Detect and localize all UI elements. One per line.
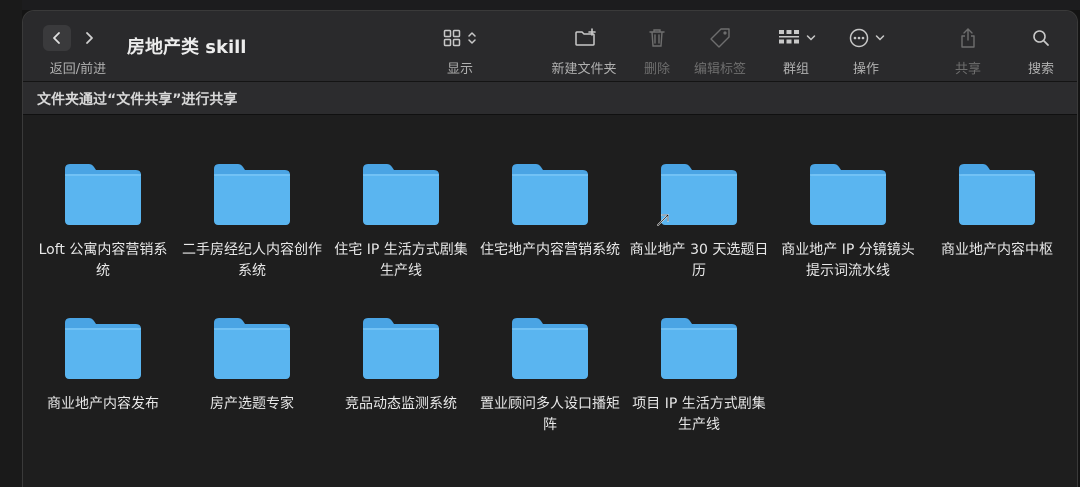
folder-item[interactable]: 商业地产 30 天选题日历 [629,161,769,282]
folder-name: 商业地产 IP 分镜镜头提示词流水线 [781,242,915,279]
share-caption: 共享 [954,62,982,77]
ellipsis-circle-icon [849,28,869,48]
view-caption: 显示 [446,62,474,77]
folder-name: 商业地产内容发布 [47,396,159,412]
nav-group [43,25,97,51]
chevron-down-icon [806,35,816,41]
window-title: 房地产类 skill [127,37,247,58]
folder-grid: Loft 公寓内容营销系统 二手房经纪人内容创作系统 住宅 IP 生活方式剧集生产线… [23,115,1077,487]
search-button[interactable] [1032,27,1050,49]
folder-name: 项目 IP 生活方式剧集生产线 [632,396,766,433]
back-button[interactable] [43,25,71,51]
folder-name: 置业顾问多人设口播矩阵 [480,396,620,433]
chevron-left-icon [53,32,60,44]
edit-tags-caption: 编辑标签 [693,62,747,77]
folder-icon [510,161,590,227]
toolbar: 返回/前进 房地产类 skill 显示 新建文件夹 删除 编辑标签 群组 操作 … [23,11,1077,82]
delete-caption: 删除 [643,62,671,77]
folder-item[interactable]: 项目 IP 生活方式剧集生产线 [629,315,769,436]
folder-name: 竞品动态监测系统 [345,396,457,412]
finder-window: 返回/前进 房地产类 skill 显示 新建文件夹 删除 编辑标签 群组 操作 … [22,10,1078,487]
folder-icon [808,161,888,227]
group-grid-icon [779,30,799,44]
folder-icon [659,315,739,381]
action-button[interactable] [849,27,885,49]
chevron-right-icon [86,32,93,44]
folder-item[interactable]: 住宅地产内容营销系统 [480,161,620,261]
folder-item[interactable]: 二手房经纪人内容创作系统 [182,161,322,282]
folder-icon [212,315,292,381]
delete-button[interactable] [648,27,666,49]
new-folder-button[interactable] [574,27,598,49]
action-caption: 操作 [852,62,880,77]
search-caption: 搜索 [1027,62,1055,77]
folder-name: 二手房经纪人内容创作系统 [182,242,322,279]
edit-tags-button[interactable] [709,27,731,49]
folder-item[interactable]: 住宅 IP 生活方式剧集生产线 [331,161,471,282]
share-button[interactable] [959,27,977,49]
tag-icon [710,28,730,48]
mouse-cursor-icon [657,214,669,226]
share-status-text: 文件夹通过“文件共享”进行共享 [37,92,238,108]
folder-item[interactable]: 竞品动态监测系统 [331,315,471,415]
new-folder-caption: 新建文件夹 [551,62,617,77]
folder-item[interactable]: 置业顾问多人设口播矩阵 [480,315,620,436]
forward-button[interactable] [75,25,103,51]
folder-icon [957,161,1037,227]
folder-item[interactable]: 商业地产内容发布 [33,315,173,415]
background-strip [0,0,1080,10]
folder-icon [659,161,739,227]
search-icon [1033,30,1049,46]
folder-name: 住宅地产内容营销系统 [480,242,620,258]
folder-name: 房产选题专家 [210,396,294,412]
folder-icon [212,161,292,227]
folder-icon [510,315,590,381]
new-folder-icon [575,28,596,46]
nav-caption: 返回/前进 [49,62,107,77]
chevron-down-icon [875,35,885,41]
folder-name: Loft 公寓内容营销系统 [38,242,168,279]
folder-icon [361,161,441,227]
folder-item[interactable]: 房产选题专家 [182,315,322,415]
share-status-bar: 文件夹通过“文件共享”进行共享 [23,82,1077,115]
icon-grid-icon [443,29,461,47]
group-button[interactable] [778,27,816,49]
folder-icon [361,315,441,381]
folder-item[interactable]: Loft 公寓内容营销系统 [33,161,173,282]
background-window-edge [0,0,22,487]
folder-icon [63,315,143,381]
folder-icon [63,161,143,227]
folder-item[interactable]: 商业地产 IP 分镜镜头提示词流水线 [778,161,918,282]
trash-icon [649,29,665,47]
share-icon [961,28,975,48]
updown-chevron-icon [468,32,476,44]
folder-name: 商业地产 30 天选题日历 [629,242,769,279]
folder-name: 商业地产内容中枢 [941,242,1053,258]
folder-name: 住宅 IP 生活方式剧集生产线 [334,242,468,279]
group-caption: 群组 [782,62,810,77]
view-button[interactable] [443,27,477,49]
folder-item[interactable]: 商业地产内容中枢 [927,161,1067,261]
